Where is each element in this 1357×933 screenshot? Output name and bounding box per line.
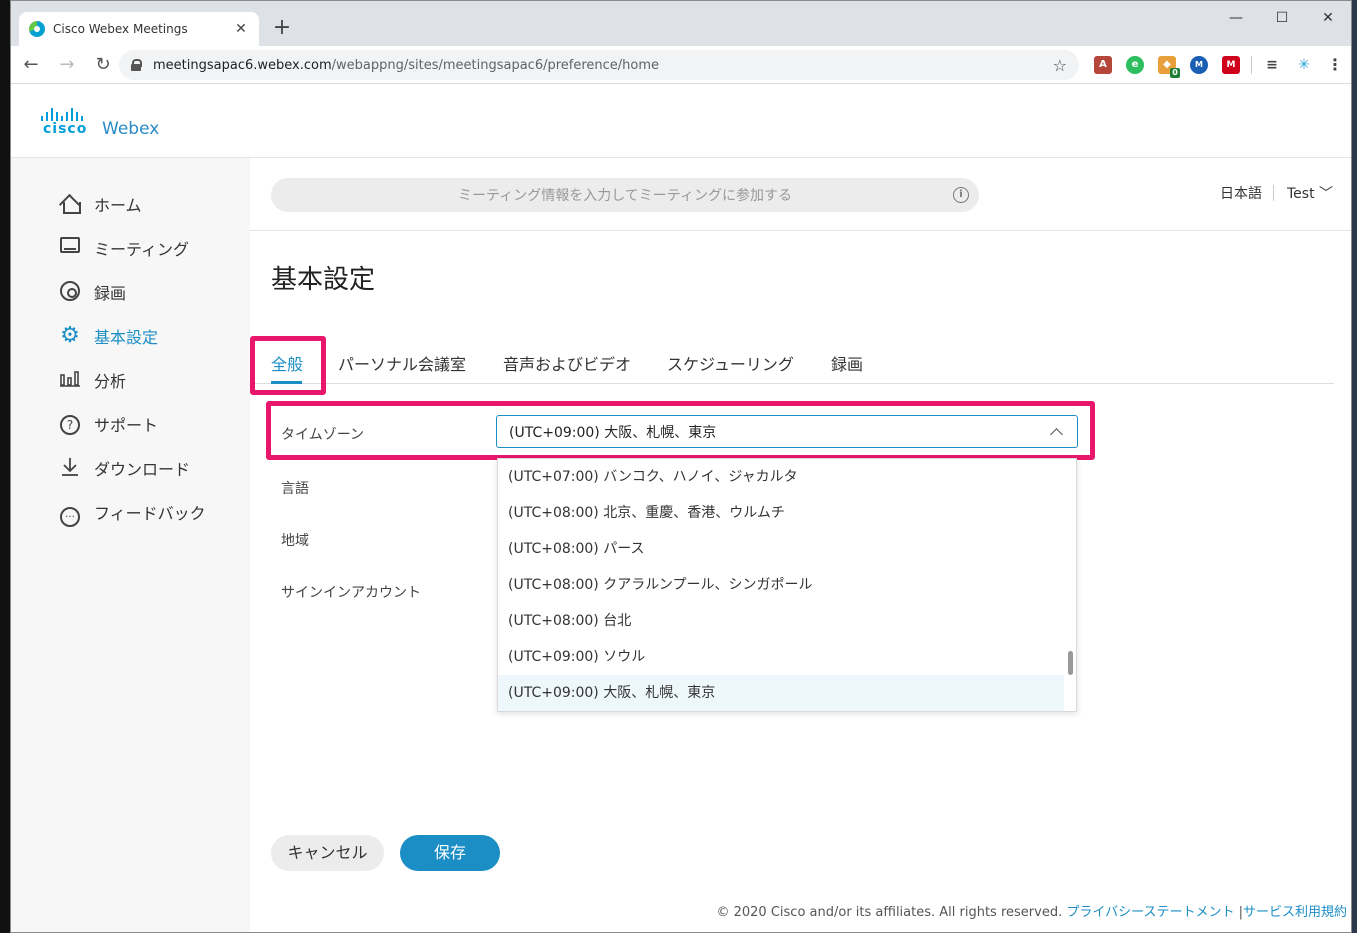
tab-recording[interactable]: 録画 bbox=[831, 351, 863, 375]
help-icon: ? bbox=[59, 413, 81, 435]
highlight-box-tab bbox=[250, 336, 326, 395]
webex-favicon-icon bbox=[29, 21, 45, 37]
meeting-icon bbox=[59, 237, 81, 259]
mbl-extension-icon[interactable]: M bbox=[1190, 56, 1208, 74]
timezone-option[interactable]: (UTC+09:00) ソウル bbox=[498, 639, 1064, 675]
bar-chart-icon bbox=[59, 369, 81, 391]
browser-window: Cisco Webex Meetings ✕ + — ☐ ✕ ← → ↻ mee… bbox=[10, 0, 1352, 933]
url-text: meetingsapac6.webex.com/webappng/sites/m… bbox=[153, 57, 660, 73]
dropdown-scrollbar[interactable] bbox=[1068, 651, 1073, 675]
toolbar-separator bbox=[1251, 56, 1252, 74]
cisco-logo-text: cisco bbox=[43, 121, 88, 137]
cancel-button[interactable]: キャンセル bbox=[271, 835, 384, 871]
back-arrow-icon[interactable]: ← bbox=[15, 50, 47, 80]
window-controls: — ☐ ✕ bbox=[1213, 1, 1351, 35]
timezone-option[interactable]: (UTC+08:00) パース bbox=[498, 531, 1064, 567]
sidebar: ホーム ミーティング 録画 ⚙ 基本設定 分析 ? サポート ダウンロード … … bbox=[11, 158, 250, 932]
cisco-logo-bars-icon bbox=[41, 107, 86, 121]
bookmark-star-icon[interactable]: ☆ bbox=[1053, 56, 1067, 75]
save-button[interactable]: 保存 bbox=[400, 835, 500, 871]
pdf-extension-icon[interactable]: A bbox=[1094, 56, 1112, 74]
sidebar-item-analytics[interactable]: 分析 bbox=[59, 366, 126, 394]
region-label: 地域 bbox=[281, 533, 309, 549]
info-icon[interactable]: i bbox=[953, 187, 969, 203]
red-extension-icon[interactable]: M bbox=[1222, 56, 1240, 74]
privacy-link[interactable]: プライバシーステートメント bbox=[1066, 905, 1234, 920]
close-window-button[interactable]: ✕ bbox=[1305, 1, 1351, 35]
media-control-icon[interactable]: ≡ bbox=[1263, 56, 1281, 74]
sidebar-item-home[interactable]: ホーム bbox=[59, 190, 142, 218]
signin-account-label: サインインアカウント bbox=[281, 585, 421, 601]
lock-icon bbox=[131, 59, 142, 71]
preference-tabs: 全般 パーソナル会議室 音声およびビデオ スケジューリング 録画 bbox=[250, 341, 1334, 384]
sidebar-item-recordings[interactable]: 録画 bbox=[59, 278, 126, 306]
meeting-join-search-input[interactable]: ミーティング情報を入力してミーティングに参加する i bbox=[271, 178, 979, 212]
language-selector[interactable]: 日本語 bbox=[1220, 183, 1262, 203]
gear-icon: ⚙ bbox=[60, 323, 80, 348]
copyright-text: © 2020 Cisco and/or its affiliates. All … bbox=[716, 905, 1063, 920]
timezone-option[interactable]: (UTC+08:00) クアラルンプール、シンガポール bbox=[498, 567, 1064, 603]
webex-logo-text: Webex bbox=[102, 119, 160, 139]
highlight-box-timezone bbox=[266, 401, 1095, 460]
sidebar-item-download[interactable]: ダウンロード bbox=[59, 454, 190, 482]
timezone-option[interactable]: (UTC+08:00) 北京、重慶、香港、ウルムチ bbox=[498, 495, 1064, 531]
timezone-option-selected[interactable]: (UTC+09:00) 大阪、札幌、東京 bbox=[498, 675, 1064, 711]
tab-personal-room[interactable]: パーソナル会議室 bbox=[338, 351, 466, 375]
minimize-button[interactable]: — bbox=[1213, 1, 1259, 35]
feedback-icon: … bbox=[59, 501, 81, 527]
sidebar-item-preferences[interactable]: ⚙ 基本設定 bbox=[59, 322, 158, 350]
chevron-down-icon: ﹀ bbox=[1319, 186, 1334, 202]
tab-close-icon[interactable]: ✕ bbox=[233, 21, 249, 37]
logo-header: cisco Webex bbox=[11, 85, 1351, 158]
timezone-option[interactable]: (UTC+08:00) 台北 bbox=[498, 603, 1064, 639]
evernote-extension-icon[interactable]: e bbox=[1126, 56, 1144, 74]
language-label: 言語 bbox=[281, 481, 309, 497]
footer: © 2020 Cisco and/or its affiliates. All … bbox=[716, 901, 1347, 920]
tab-bar: Cisco Webex Meetings ✕ + — ☐ ✕ bbox=[11, 1, 1351, 46]
sidebar-item-support[interactable]: ? サポート bbox=[59, 410, 158, 438]
extensions-toolbar: A e ◆ 0 M M ≡ ✳ ⋮ bbox=[1087, 52, 1344, 78]
desktop-left-edge bbox=[0, 0, 10, 933]
timezone-option[interactable]: (UTC+07:00) バンコク、ハノイ、ジャカルタ bbox=[498, 459, 1064, 495]
header-separator bbox=[1273, 185, 1274, 201]
download-icon bbox=[59, 457, 81, 479]
user-name: Test bbox=[1287, 186, 1315, 202]
tab-title: Cisco Webex Meetings bbox=[53, 22, 188, 36]
browser-tab[interactable]: Cisco Webex Meetings ✕ bbox=[19, 12, 259, 46]
address-bar: ← → ↻ meetingsapac6.webex.com/webappng/s… bbox=[11, 46, 1351, 84]
network-extension-icon[interactable]: ✳ bbox=[1295, 56, 1313, 74]
page-title: 基本設定 bbox=[271, 265, 376, 295]
timezone-dropdown-list: (UTC+07:00) バンコク、ハノイ、ジャカルタ (UTC+08:00) 北… bbox=[497, 458, 1077, 712]
new-tab-button[interactable]: + bbox=[269, 15, 295, 41]
header-divider bbox=[250, 230, 1351, 231]
maximize-button[interactable]: ☐ bbox=[1259, 1, 1305, 35]
multi-extension-icon[interactable]: ◆ 0 bbox=[1158, 56, 1180, 78]
sidebar-item-feedback[interactable]: … フィードバック bbox=[59, 498, 206, 527]
user-menu[interactable]: Test ﹀ bbox=[1287, 183, 1333, 203]
home-icon bbox=[59, 193, 81, 215]
sidebar-item-meetings[interactable]: ミーティング bbox=[59, 234, 189, 262]
search-placeholder: ミーティング情報を入力してミーティングに参加する bbox=[458, 188, 792, 204]
url-field[interactable]: meetingsapac6.webex.com/webappng/sites/m… bbox=[119, 50, 1079, 80]
terms-link[interactable]: サービス利用規約 bbox=[1243, 905, 1347, 920]
reload-icon[interactable]: ↻ bbox=[87, 50, 119, 80]
webex-page: cisco Webex ホーム ミーティング 録画 ⚙ 基本設定 分析 ? サポ… bbox=[11, 85, 1351, 932]
tab-scheduling[interactable]: スケジューリング bbox=[667, 351, 794, 375]
browser-menu-icon[interactable]: ⋮ bbox=[1327, 56, 1343, 74]
recording-icon bbox=[59, 281, 81, 303]
forward-arrow-icon[interactable]: → bbox=[51, 50, 83, 80]
tab-audio-video[interactable]: 音声およびビデオ bbox=[503, 351, 631, 375]
